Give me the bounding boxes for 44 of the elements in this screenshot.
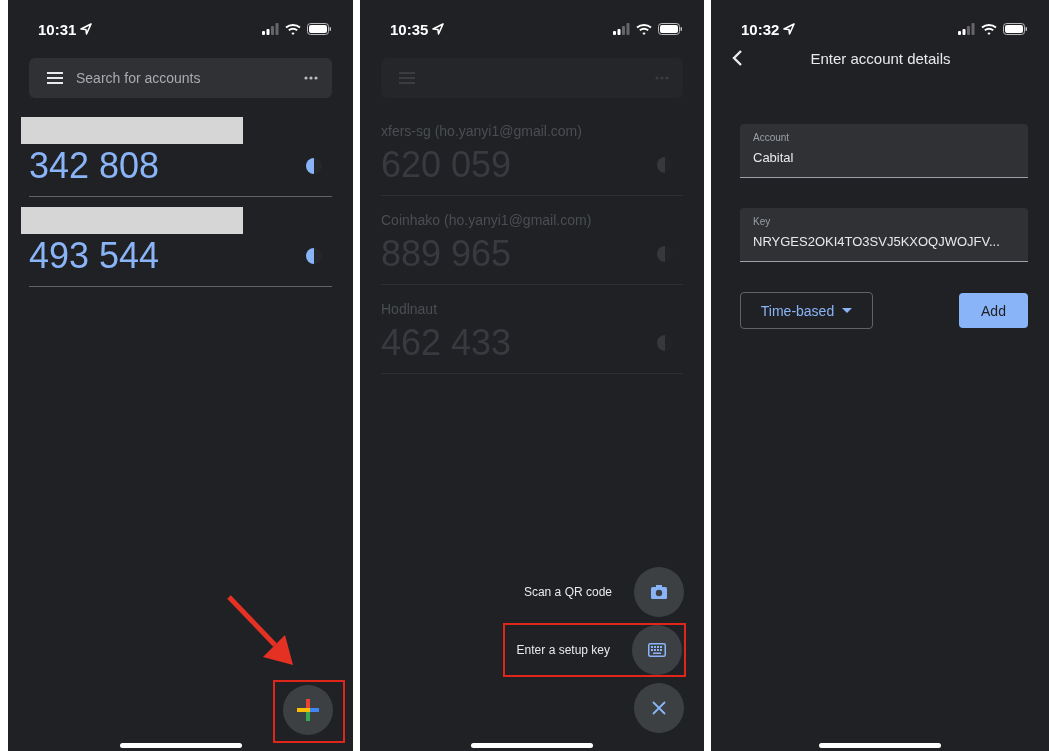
plus-icon <box>297 699 319 721</box>
signal-icon <box>613 23 630 35</box>
account-item[interactable]: 342 808 <box>29 117 332 197</box>
status-time: 10:31 <box>38 20 77 38</box>
otp-code: 342 808 <box>29 144 160 188</box>
screen-title: Enter account details <box>810 49 951 67</box>
camera-icon <box>650 584 668 600</box>
camera-button[interactable] <box>634 567 684 617</box>
keyboard-icon <box>648 643 666 657</box>
status-time: 10:32 <box>741 20 780 38</box>
wifi-icon <box>636 23 652 35</box>
location-icon <box>783 23 796 35</box>
close-icon <box>652 701 666 715</box>
menu-icon[interactable] <box>47 72 63 84</box>
close-button[interactable] <box>634 683 684 733</box>
signal-icon <box>262 23 279 35</box>
input-field[interactable]: Key NRYGES2OKI4TO3SVJ5KXOQJWOJFV... <box>740 208 1028 262</box>
wifi-icon <box>285 23 301 35</box>
field-value: NRYGES2OKI4TO3SVJ5KXOQJWOJFV... <box>753 234 1001 249</box>
location-icon <box>80 23 93 35</box>
caret-icon <box>842 308 853 313</box>
location-icon <box>432 23 445 35</box>
search-bar[interactable]: Search for accounts <box>29 58 332 98</box>
more-icon[interactable] <box>304 76 318 80</box>
account-item[interactable]: 493 544 <box>29 207 332 287</box>
battery-icon <box>1003 23 1027 35</box>
signal-icon <box>958 23 975 35</box>
menu-label[interactable]: Enter a setup key <box>516 643 610 657</box>
field-value: Cabital <box>753 150 795 165</box>
keyboard-button[interactable] <box>632 625 682 675</box>
otp-code: 493 544 <box>29 234 160 278</box>
battery-icon <box>658 23 682 35</box>
field-label: Account <box>753 132 791 143</box>
add-button[interactable] <box>283 685 333 735</box>
menu-label[interactable]: Scan a QR code <box>523 585 612 599</box>
search-field[interactable]: Search for accounts <box>76 70 291 86</box>
field-label: Key <box>753 216 772 227</box>
input-field[interactable]: Account Cabital <box>740 124 1028 178</box>
add-button[interactable]: Add <box>959 293 1028 328</box>
battery-icon <box>307 23 331 35</box>
back-icon[interactable] <box>732 50 743 66</box>
status-time: 10:35 <box>390 20 429 38</box>
type-dropdown[interactable]: Time-based <box>740 292 873 329</box>
wifi-icon <box>981 23 997 35</box>
